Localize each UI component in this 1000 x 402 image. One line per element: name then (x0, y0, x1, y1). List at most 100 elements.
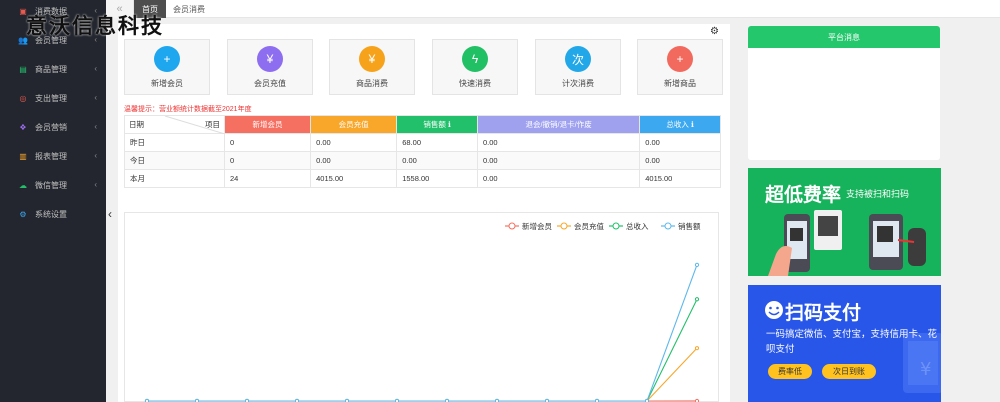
tab-bar (106, 0, 1000, 18)
next-day-settlement-button[interactable]: 次日到账 (822, 364, 876, 379)
yen-icon: ¥ (257, 46, 283, 72)
quick-action-label: 商品消费 (356, 79, 388, 88)
sidebar-item-label: 系统设置 (35, 209, 67, 219)
chart-icon: ▤ (19, 64, 27, 74)
table-cell: 0.00 (476, 169, 641, 188)
sidebar: ▣ 消费数据 ‹ 👥 会员管理 ‹ ▤ 商品管理 ‹ ◎ 支出管理 ‹ ❖ 会员营销 ‹ ▥ 报表管理 ‹ ☁ 微信管… (0, 0, 106, 402)
panel-collapse-icon[interactable]: ‹ (108, 207, 112, 221)
brand-watermark: 意沃信息科技 (26, 13, 164, 38)
legend-item[interactable]: 总收入 (609, 221, 649, 231)
sidebar-item-6[interactable]: ☁ 微信管理 ‹ (0, 171, 106, 199)
platform-notice-title: 平台消息 (748, 26, 940, 48)
quick-action-label: 新增会员 (151, 79, 183, 88)
notice-text: 温馨提示：营业额统计数据截至2021年度 (124, 106, 252, 113)
header-new-members: 新增会员 (223, 115, 312, 134)
low-fee-banner[interactable]: 超低费率 支持被扫和扫码 (748, 168, 941, 276)
legend-label: 销售额 (678, 221, 701, 231)
sidebar-item-label: 报表管理 (35, 151, 67, 161)
quick-action-2[interactable]: ¥ 商品消费 (329, 39, 415, 95)
legend-swatch-marker (664, 222, 672, 230)
row-label: 本月 (124, 169, 225, 188)
sidebar-item-label: 商品管理 (35, 64, 67, 74)
chevron-icon: ‹ (94, 180, 97, 189)
table-row: 今日 0 0.00 0.00 0.00 0.00 (124, 151, 721, 170)
add-product-icon: + (667, 46, 693, 72)
legend-label: 总收入 (626, 221, 649, 231)
row-label: 今日 (124, 151, 225, 170)
table-cell: 1558.00 (396, 169, 478, 188)
legend-item[interactable]: 销售额 (661, 221, 701, 231)
header-total-income: 总收入 ℹ (639, 115, 721, 134)
settings-gear-icon[interactable]: ⚙ (710, 26, 719, 37)
table-cell: 4015.00 (639, 169, 721, 188)
quick-action-label: 计次消费 (562, 79, 594, 88)
legend-item[interactable]: 会员充值 (557, 221, 604, 231)
table-cell: 0 (223, 133, 312, 152)
header-recharge: 会员充值 (310, 115, 398, 134)
wechat-icon: ☁ (19, 180, 27, 190)
chevron-icon: ‹ (94, 122, 97, 131)
svg-text:¥: ¥ (920, 359, 931, 380)
count-icon: 次 (565, 46, 591, 72)
chart-svg: 新增会员 会员充值 总收入 销售额 (144, 221, 701, 402)
header-sales: 销售额 ℹ (396, 115, 478, 134)
expense-icon: ◎ (19, 93, 27, 103)
legend-item[interactable]: 新增会员 (505, 221, 552, 231)
header-refund: 退会/撤销/退卡/作废 (476, 115, 641, 134)
chevron-icon: ‹ (94, 64, 97, 73)
sidebar-item-5[interactable]: ▥ 报表管理 ‹ (0, 142, 106, 170)
platform-notice-panel: 平台消息 (748, 26, 940, 160)
low-fee-button[interactable]: 费率低 (768, 364, 812, 379)
table-cell: 0.00 (476, 133, 641, 152)
table-header-row: 日期 项目 新增会员 会员充值 销售额 ℹ 退会/撤销/退卡/作废 总收入 ℹ (124, 115, 721, 134)
table-cell: 0.00 (396, 151, 478, 170)
scan-pay-title: 扫码支付 (785, 303, 862, 324)
chevron-icon: ‹ (94, 93, 97, 102)
legend-swatch-marker (612, 222, 620, 230)
table-cell: 0.00 (310, 133, 398, 152)
chevron-icon: ‹ (94, 151, 97, 160)
tab-member-consume[interactable]: 会员消费 (166, 0, 212, 18)
quick-action-5[interactable]: + 新增商品 (637, 39, 723, 95)
legend-label: 会员充值 (574, 221, 604, 231)
report-icon: ▥ (19, 151, 27, 161)
scan-pay-description: 一码搞定微信、支付宝，支持信用卡、花呗支付 (766, 329, 938, 355)
stats-table: 日期 项目 新增会员 会员充值 销售额 ℹ 退会/撤销/退卡/作废 总收入 ℹ … (124, 115, 721, 188)
table-row: 本月 24 4015.00 1558.00 0.00 4015.00 (124, 169, 721, 188)
series-point[interactable] (694, 262, 700, 267)
lightning-icon: ϟ (462, 46, 488, 72)
series-line (147, 299, 698, 402)
quick-action-3[interactable]: ϟ 快速消费 (432, 39, 518, 95)
sidebar-item-label: 微信管理 (35, 180, 67, 190)
gift-icon: ❖ (19, 122, 27, 132)
legend-swatch-marker (560, 222, 568, 230)
sidebar-item-3[interactable]: ◎ 支出管理 ‹ (0, 84, 106, 112)
quick-action-1[interactable]: ¥ 会员充值 (227, 39, 313, 95)
sidebar-item-label: 会员营销 (35, 122, 67, 132)
table-cell: 0 (223, 151, 312, 170)
table-row: 昨日 0 0.00 68.00 0.00 0.00 (124, 133, 721, 152)
table-cell: 0.00 (476, 151, 641, 170)
sidebar-item-7[interactable]: ⚙ 系统设置 (0, 200, 106, 228)
coin-icon: ¥ (359, 46, 385, 72)
table-cell: 0.00 (310, 151, 398, 170)
series-point[interactable] (694, 346, 700, 351)
table-corner-header: 日期 项目 (124, 115, 225, 134)
sidebar-item-4[interactable]: ❖ 会员营销 ‹ (0, 113, 106, 141)
legend-label: 新增会员 (522, 221, 552, 231)
gear-icon: ⚙ (19, 209, 27, 219)
table-cell: 24 (223, 169, 312, 188)
sidebar-item-2[interactable]: ▤ 商品管理 ‹ (0, 55, 106, 83)
series-point[interactable] (694, 297, 700, 302)
line-chart: 新增会员 会员充值 总收入 销售额 (124, 212, 719, 402)
table-cell: 0.00 (639, 133, 721, 152)
phones-illustration (768, 210, 926, 276)
sidebar-item-label: 支出管理 (35, 93, 67, 103)
quick-action-label: 新增商品 (664, 79, 696, 88)
quick-action-0[interactable]: + 新增会员 (124, 39, 210, 95)
legend-swatch-marker (508, 222, 516, 230)
series-line (147, 264, 698, 402)
quick-action-4[interactable]: 次计次消费 (535, 39, 621, 95)
scan-pay-banner[interactable]: ¥ 扫码支付 一码搞定微信、支付宝，支持信用卡、花呗支付 费率低 次日到账 (748, 285, 941, 402)
row-label: 昨日 (124, 133, 225, 152)
